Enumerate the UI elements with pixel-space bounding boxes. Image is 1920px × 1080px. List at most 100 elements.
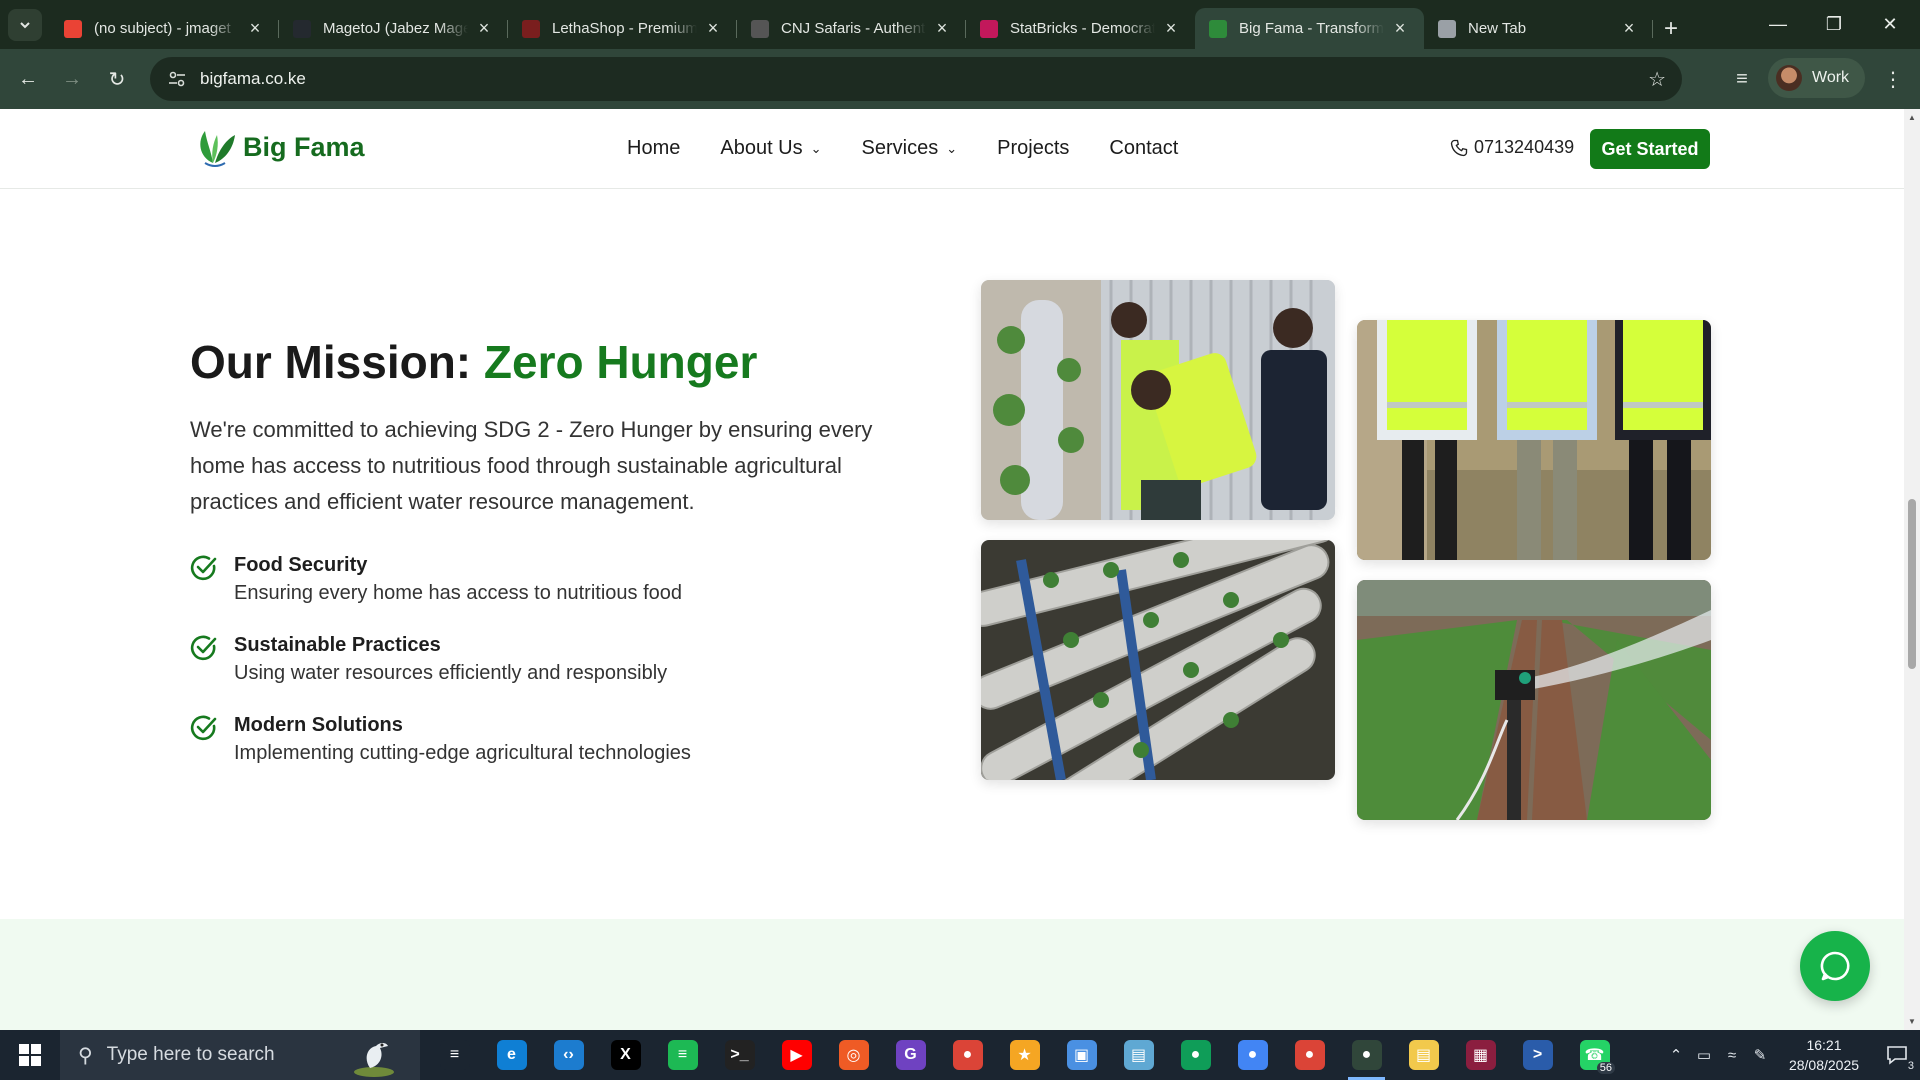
taskbar-clock[interactable]: 16:21 28/08/2025 (1774, 1035, 1874, 1075)
x-icon: X (610, 1040, 641, 1070)
taskbar-app-chrome-work[interactable]: ● (1338, 1030, 1395, 1080)
taskbar-app-cube-app[interactable]: ▣ (1053, 1030, 1110, 1080)
search-icon: ⚲ (78, 1044, 93, 1067)
scroll-down-arrow[interactable]: ▼ (1907, 1017, 1917, 1026)
tab-separator (1652, 20, 1653, 38)
taskbar-app-chrome[interactable]: ● (939, 1030, 996, 1080)
phone-icon (1450, 139, 1468, 156)
more-vertical-icon: ⋮ (1883, 68, 1903, 91)
mission-heading-accent: Zero Hunger (483, 336, 758, 388)
feature-item: Food Security Ensuring every home has acc… (190, 552, 930, 608)
chevron-up-icon[interactable]: ⌃ (1662, 1046, 1690, 1064)
address-bar[interactable]: bigfama.co.ke ☆ (150, 57, 1682, 101)
browser-tab-strip: (no subject) - jmaget × MagetoJ (Jabez Mag… (0, 0, 1920, 49)
close-tab-icon[interactable]: × (932, 18, 952, 39)
close-tab-icon[interactable]: × (474, 18, 494, 39)
system-tray: ⌃ ▭ ≈ ✎ 16:21 28/08/2025 3 (1662, 1030, 1920, 1080)
chrome-work-icon: ● (1351, 1040, 1382, 1070)
chrome-profile-icon: ● (1294, 1040, 1325, 1070)
browser-tab[interactable]: StatBricks - Democratizing × (966, 8, 1195, 49)
taskbar-app-edge[interactable]: e (483, 1030, 540, 1080)
start-button[interactable] (0, 1030, 60, 1080)
phone-contact[interactable]: 0713240439 (1450, 137, 1574, 158)
battery-icon[interactable]: ▭ (1690, 1046, 1718, 1064)
browser-tab[interactable]: CNJ Safaris - Authentic × (737, 8, 966, 49)
new-tab-button[interactable]: + (1653, 8, 1689, 49)
taskbar-app-notes[interactable]: ▤ (1110, 1030, 1167, 1080)
tab-search-button[interactable] (8, 9, 42, 41)
mission-heading-prefix: Our Mission: (190, 336, 484, 388)
reading-list-button[interactable]: ≡ (1726, 63, 1758, 95)
close-tab-icon[interactable]: × (703, 18, 723, 39)
page-scrollbar[interactable]: ▲ ▼ (1904, 109, 1920, 1030)
close-window-button[interactable]: ✕ (1862, 0, 1918, 49)
statbricks-icon (980, 19, 998, 38)
forward-button[interactable]: → (56, 63, 88, 95)
nav-link-home[interactable]: Home (627, 137, 680, 160)
taskbar-app-terminal[interactable]: >_ (711, 1030, 768, 1080)
taskbar-search-box[interactable]: ⚲ Type here to search (60, 1030, 420, 1080)
edge-icon: e (496, 1040, 527, 1070)
taskbar-app-medal[interactable]: ★ (996, 1030, 1053, 1080)
nav-link-projects[interactable]: Projects (997, 137, 1069, 160)
taskbar-app-whatsapp[interactable]: ☎ 56 (1566, 1030, 1623, 1080)
minimize-button[interactable]: — (1750, 0, 1806, 49)
close-tab-icon[interactable]: × (1161, 18, 1181, 39)
feature-description: Using water resources efficiently and re… (234, 662, 668, 685)
winrar-icon: ▦ (1465, 1040, 1496, 1070)
profile-button[interactable]: Work (1768, 58, 1866, 98)
notification-center-button[interactable]: 3 (1874, 1030, 1920, 1080)
nav-link-about-us[interactable]: About Us ⌄ (720, 137, 821, 160)
taskbar-app-file-explorer[interactable]: ▤ (1395, 1030, 1452, 1080)
close-tab-icon[interactable]: × (245, 18, 265, 39)
browser-tab[interactable]: MagetoJ (Jabez Mageto) × (279, 8, 508, 49)
taskbar-app-spotify[interactable]: ≡ (654, 1030, 711, 1080)
feature-title: Sustainable Practices (234, 634, 441, 657)
whatsapp-badge: 56 (1596, 1062, 1615, 1074)
taskbar-app-youtube[interactable]: ▶ (768, 1030, 825, 1080)
site-info-icon[interactable] (166, 68, 188, 90)
nav-link-label: About Us (720, 137, 803, 159)
brand-logo[interactable]: Big Fama (191, 123, 365, 171)
taskbar-app-github-desktop[interactable]: G (882, 1030, 939, 1080)
close-tab-icon[interactable]: × (1619, 18, 1639, 39)
nav-link-services[interactable]: Services ⌄ (862, 137, 958, 160)
taskbar-app-postman[interactable]: ◎ (825, 1030, 882, 1080)
bookmark-star-icon[interactable]: ☆ (1648, 67, 1666, 92)
taskbar-app-winrar[interactable]: ▦ (1452, 1030, 1509, 1080)
taskbar-app-x[interactable]: X (597, 1030, 654, 1080)
taskbar-app-chrome-profile[interactable]: ● (1281, 1030, 1338, 1080)
browser-menu-button[interactable]: ⋮ (1877, 63, 1909, 95)
browser-tab[interactable]: New Tab × (1424, 8, 1653, 49)
scrollbar-thumb[interactable] (1908, 499, 1916, 669)
get-started-button[interactable]: Get Started (1590, 129, 1710, 169)
chevron-down-icon: ⌄ (946, 140, 958, 156)
whatsapp-chat-button[interactable] (1800, 931, 1870, 1001)
taskbar-app-task-view[interactable]: ≡ (426, 1030, 483, 1080)
pen-icon[interactable]: ✎ (1746, 1046, 1774, 1064)
chrome-icon: ● (952, 1040, 983, 1070)
cube-app-icon: ▣ (1066, 1040, 1097, 1070)
taskbar-app-powershell[interactable]: > (1509, 1030, 1566, 1080)
reload-button[interactable]: ↻ (101, 63, 133, 95)
close-tab-icon[interactable]: × (1390, 18, 1410, 39)
browser-tab[interactable]: Big Fama - Transforming × (1195, 8, 1424, 49)
taskbar-app-vscode[interactable]: ‹› (540, 1030, 597, 1080)
nav-link-label: Contact (1109, 137, 1179, 159)
feature-text: Food Security Ensuring every home has acc… (234, 552, 682, 608)
wifi-icon[interactable]: ≈ (1718, 1047, 1746, 1064)
scroll-up-arrow[interactable]: ▲ (1907, 113, 1917, 122)
url-text[interactable]: bigfama.co.ke (200, 69, 306, 89)
mission-section: Our Mission: Zero Hunger We're committed… (190, 335, 930, 792)
browser-tab[interactable]: LethaShop - Premium × (508, 8, 737, 49)
bigfama-leaf-icon (1209, 19, 1227, 38)
restore-button[interactable]: ❐ (1806, 0, 1862, 49)
taskbar-app-chrome-profile[interactable]: ● (1224, 1030, 1281, 1080)
back-button[interactable]: ← (12, 63, 44, 95)
nav-link-contact[interactable]: Contact (1109, 137, 1178, 160)
tab-title: LethaShop - Premium (552, 20, 697, 37)
browser-tab[interactable]: (no subject) - jmaget × (50, 8, 279, 49)
clock-time: 16:21 (1806, 1037, 1842, 1053)
taskbar-app-chrome-profile[interactable]: ● (1167, 1030, 1224, 1080)
profile-label: Work (1812, 69, 1850, 86)
